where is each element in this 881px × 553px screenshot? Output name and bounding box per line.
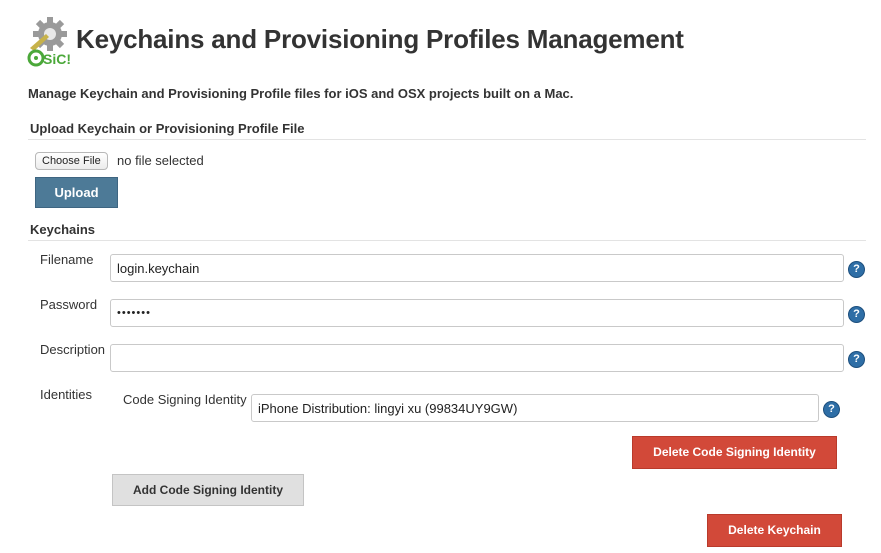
upload-section-title: Upload Keychain or Provisioning Profile … [30, 121, 305, 136]
code-signing-identity-label: Code Signing Identity [123, 392, 247, 407]
filename-field[interactable]: login.keychain [110, 254, 844, 282]
identities-label: Identities [40, 387, 93, 402]
password-field[interactable]: ••••••• [110, 299, 844, 327]
delete-keychain-button[interactable]: Delete Keychain [707, 514, 842, 547]
choose-file-button[interactable]: Choose File [35, 152, 108, 170]
description-field[interactable] [110, 344, 844, 372]
upload-divider [28, 139, 866, 140]
no-file-selected-text: no file selected [117, 153, 204, 168]
description-help-icon[interactable]: ? [848, 351, 865, 368]
filename-help-icon[interactable]: ? [848, 261, 865, 278]
upload-button[interactable]: Upload [35, 177, 118, 208]
password-label: Password [40, 297, 98, 312]
password-help-icon[interactable]: ? [848, 306, 865, 323]
logo-text: SiC! [43, 51, 71, 67]
page-description: Manage Keychain and Provisioning Profile… [28, 86, 574, 101]
code-signing-identity-help-icon[interactable]: ? [823, 401, 840, 418]
keychains-divider [28, 240, 866, 241]
add-code-signing-identity-button[interactable]: Add Code Signing Identity [112, 474, 304, 506]
keychains-section-title: Keychains [30, 222, 96, 237]
description-label: Description [40, 342, 106, 357]
jenkins-logo-icon: SiC! [26, 14, 78, 68]
code-signing-identity-field[interactable]: iPhone Distribution: lingyi xu (99834UY9… [251, 394, 819, 422]
delete-code-signing-identity-button[interactable]: Delete Code Signing Identity [632, 436, 837, 469]
page-title: Keychains and Provisioning Profiles Mana… [76, 24, 684, 54]
filename-label: Filename [40, 252, 94, 267]
